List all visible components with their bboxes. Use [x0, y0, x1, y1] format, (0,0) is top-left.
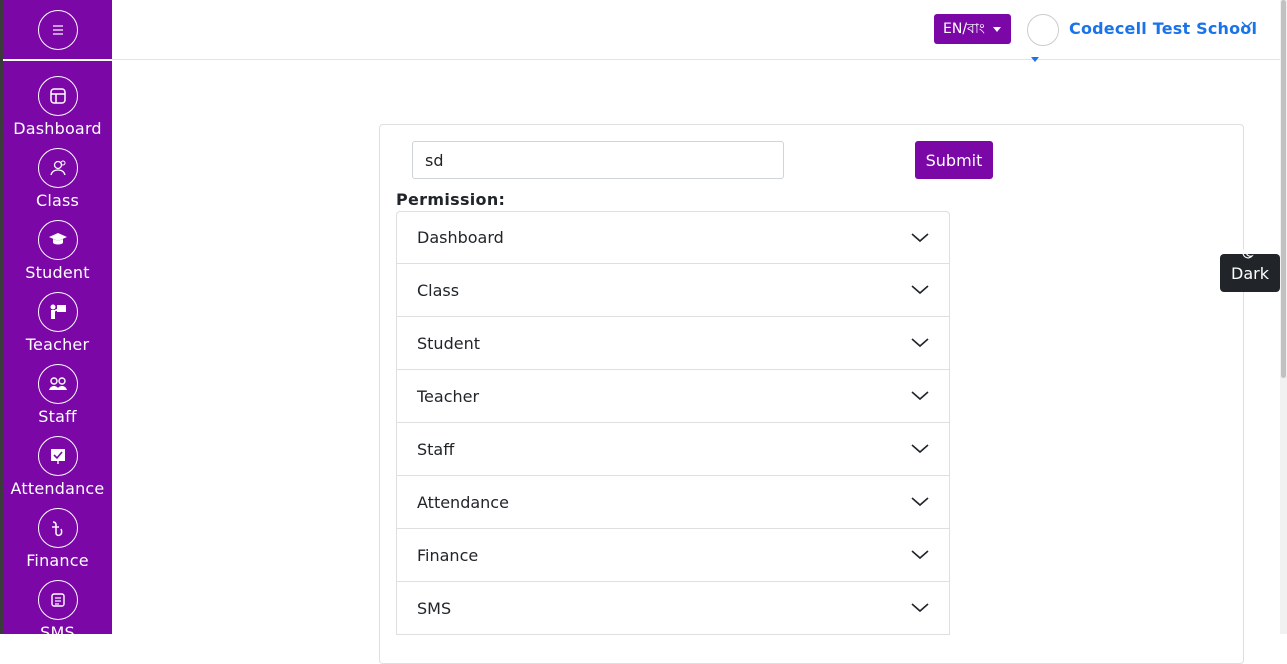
attendance-icon	[37, 436, 78, 476]
taka-icon	[37, 508, 78, 548]
permission-heading: Permission:	[396, 190, 506, 209]
chevron-down-icon	[911, 338, 929, 348]
chevron-down-icon	[911, 232, 929, 242]
language-button-label: EN/বাং	[943, 21, 985, 37]
sidebar-item-sms[interactable]: SMS	[3, 580, 112, 634]
dashboard-icon	[37, 76, 78, 116]
accordion-item-label: Student	[417, 333, 480, 353]
sidebar-item-label: Staff	[38, 407, 77, 426]
page-scrollbar[interactable]	[1280, 0, 1287, 634]
sidebar-item-teacher[interactable]: Teacher	[3, 292, 112, 355]
chevron-down-icon	[911, 285, 929, 295]
caret-down-icon	[1031, 57, 1039, 62]
accordion-item-label: Dashboard	[417, 228, 504, 247]
chevron-down-icon	[911, 444, 929, 454]
staff-icon	[37, 364, 78, 404]
sidebar-item-label: Dashboard	[13, 119, 102, 138]
sidebar-item-finance[interactable]: Finance	[3, 508, 112, 571]
permission-accordion: Dashboard Class Student Teacher Staff At…	[396, 211, 950, 635]
sidebar-item-label: SMS	[40, 623, 75, 634]
chevron-down-icon	[911, 603, 929, 613]
sidebar-item-student[interactable]: Student	[3, 220, 112, 283]
role-name-value: sd	[425, 150, 444, 170]
language-dropdown-button[interactable]: EN/বাং	[934, 14, 1011, 44]
teacher-icon	[37, 292, 78, 332]
caret-down-icon	[992, 26, 1001, 32]
accordion-item-attendance[interactable]: Attendance	[396, 476, 950, 529]
sidebar: Dashboard Class Student Teacher Staff At…	[3, 0, 112, 634]
graduation-cap-icon	[37, 220, 78, 260]
accordion-item-teacher[interactable]: Teacher	[396, 370, 950, 423]
sms-icon	[37, 580, 78, 620]
sidebar-divider	[3, 59, 112, 61]
sidebar-item-label: Finance	[26, 551, 89, 570]
sidebar-item-dashboard[interactable]: Dashboard	[3, 76, 112, 139]
submit-button[interactable]: Submit	[915, 141, 993, 179]
accordion-item-finance[interactable]: Finance	[396, 529, 950, 582]
chevron-down-icon	[911, 391, 929, 401]
menu-toggle-button[interactable]	[38, 10, 78, 50]
role-name-input[interactable]: sd	[412, 141, 784, 179]
moon-icon	[1242, 247, 1254, 259]
scrollbar-thumb[interactable]	[1281, 0, 1286, 378]
dark-mode-label: Dark	[1231, 263, 1269, 283]
top-navbar: EN/বাং Codecell Test School	[112, 0, 1280, 62]
avatar[interactable]	[1027, 14, 1059, 46]
accordion-item-label: Finance	[417, 545, 479, 565]
accordion-item-student[interactable]: Student	[396, 317, 950, 370]
accordion-item-label: Class	[417, 280, 460, 300]
school-name-link[interactable]: Codecell Test School	[1069, 19, 1257, 38]
sidebar-item-staff[interactable]: Staff	[3, 364, 112, 427]
class-icon	[37, 148, 78, 188]
accordion-item-label: Staff	[417, 439, 455, 459]
sidebar-item-class[interactable]: Class	[3, 148, 112, 211]
chevron-down-icon[interactable]	[1241, 20, 1253, 30]
accordion-item-sms[interactable]: SMS	[396, 582, 950, 635]
accordion-item-label: Teacher	[417, 386, 480, 406]
accordion-item-label: SMS	[417, 598, 452, 618]
chevron-down-icon	[911, 497, 929, 507]
hamburger-icon	[53, 25, 63, 35]
accordion-item-dashboard[interactable]: Dashboard	[396, 211, 950, 264]
accordion-item-staff[interactable]: Staff	[396, 423, 950, 476]
sidebar-item-label: Teacher	[25, 335, 90, 354]
chevron-down-icon	[911, 550, 929, 560]
accordion-item-class[interactable]: Class	[396, 264, 950, 317]
sidebar-item-label: Attendance	[10, 479, 105, 498]
sidebar-item-label: Student	[25, 263, 90, 282]
accordion-item-label: Attendance	[417, 492, 509, 512]
sidebar-item-label: Class	[35, 191, 80, 210]
sidebar-item-attendance[interactable]: Attendance	[3, 436, 112, 499]
